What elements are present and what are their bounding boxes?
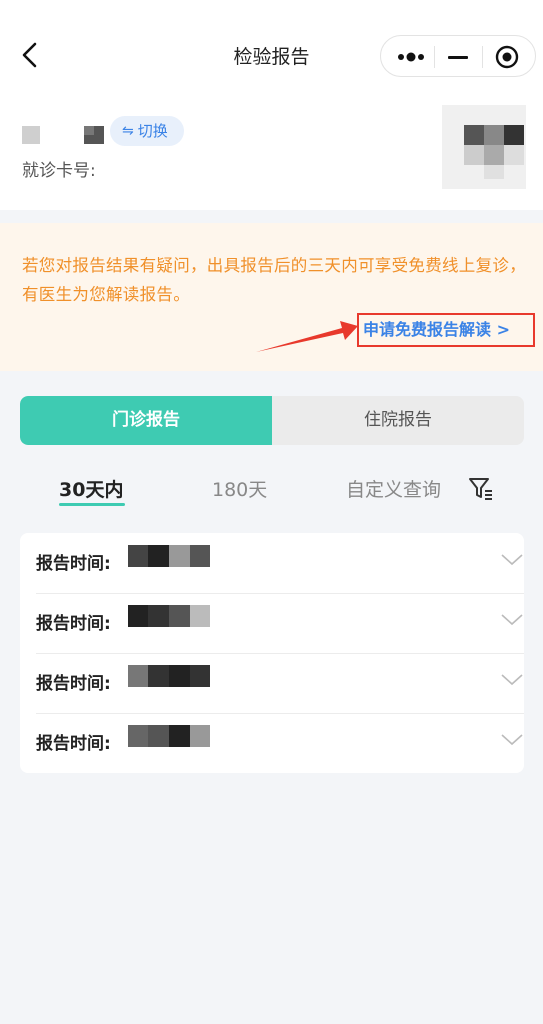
capsule-divider — [482, 46, 483, 68]
filter-icon[interactable] — [468, 475, 494, 501]
patient-name-redacted — [22, 126, 104, 144]
close-miniprogram-icon[interactable] — [495, 45, 519, 69]
capsule-divider — [434, 46, 435, 68]
report-time-redacted — [128, 605, 210, 627]
report-list: 报告时间: 报告时间: 报告时间: 报告时间: — [20, 533, 524, 773]
switch-icon: ⇋ — [122, 123, 134, 139]
notice-banner: 若您对报告结果有疑问，出具报告后的三天内可享受免费线上复诊，有医生为您解读报告。… — [0, 223, 543, 371]
report-time-label: 报告时间: — [36, 554, 111, 574]
switch-patient-button[interactable]: ⇋ 切换 — [110, 116, 184, 146]
report-time-label: 报告时间: — [36, 614, 111, 634]
report-type-segment: 门诊报告 住院报告 — [20, 396, 524, 445]
report-time-label: 报告时间: — [36, 674, 111, 694]
chevron-down-icon[interactable] — [500, 553, 524, 567]
chevron-down-icon[interactable] — [500, 613, 524, 627]
more-options-icon[interactable] — [397, 48, 425, 66]
navigation-bar: 检验报告 — [0, 0, 543, 108]
minimize-icon[interactable] — [448, 56, 468, 59]
tab-custom-query[interactable]: 自定义查询 — [346, 475, 441, 502]
chevron-down-icon[interactable] — [500, 733, 524, 747]
notice-text: 若您对报告结果有疑问，出具报告后的三天内可享受免费线上复诊，有医生为您解读报告。 — [22, 256, 526, 304]
tab-30-days[interactable]: 30天内 — [59, 475, 123, 502]
list-item[interactable]: 报告时间: — [36, 713, 524, 773]
miniprogram-capsule — [380, 35, 536, 77]
patient-info-card: ⇋ 切换 就诊卡号: — [0, 100, 543, 210]
tab-180-days[interactable]: 180天 — [212, 475, 267, 502]
report-time-label: 报告时间: — [36, 734, 111, 754]
list-item[interactable]: 报告时间: — [36, 593, 524, 653]
tab-inpatient-reports[interactable]: 住院报告 — [272, 396, 524, 445]
list-item[interactable]: 报告时间: — [36, 533, 524, 593]
switch-label: 切换 — [137, 122, 168, 140]
report-time-redacted — [128, 725, 210, 747]
report-time-redacted — [128, 545, 210, 567]
list-item[interactable]: 报告时间: — [36, 653, 524, 713]
annotation-arrow-icon — [256, 321, 358, 352]
chevron-down-icon[interactable] — [500, 673, 524, 687]
apply-free-interpretation-link[interactable]: 申请免费报告解读 > — [357, 313, 535, 347]
card-number-label: 就诊卡号: — [22, 161, 96, 181]
report-time-redacted — [128, 665, 210, 687]
active-tab-underline — [59, 503, 125, 506]
patient-qr-code-redacted[interactable] — [442, 105, 526, 189]
tab-outpatient-reports[interactable]: 门诊报告 — [20, 396, 272, 445]
